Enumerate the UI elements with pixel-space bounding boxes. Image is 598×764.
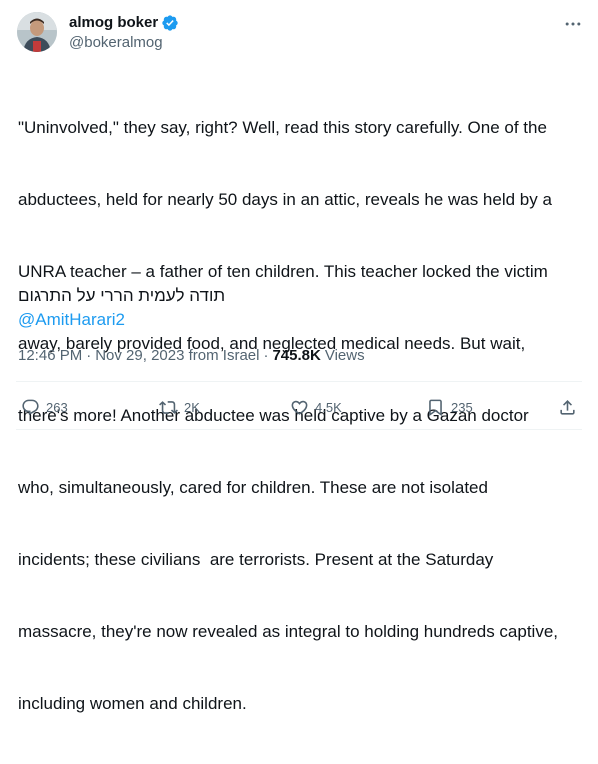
tweet-text-line: incidents; these civilians are terrorist…: [18, 550, 494, 569]
tweet-meta: 12:46 PM · Nov 29, 2023 from Israel · 74…: [18, 344, 365, 366]
views-label: Views: [324, 346, 365, 364]
author-avatar[interactable]: [17, 12, 57, 52]
tweet-card: almog boker @bokeralmog "Uninvolved," th…: [0, 0, 598, 713]
like-button[interactable]: 4.5K: [290, 392, 342, 422]
bookmark-button[interactable]: 235: [426, 392, 473, 422]
repost-button[interactable]: 2K: [159, 392, 200, 422]
tweet-text-line: "Uninvolved," they say, right? Well, rea…: [18, 118, 547, 137]
meta-separator: ·: [86, 346, 92, 364]
action-bar: 263 2K 4.5K 235: [0, 392, 598, 422]
share-icon: [560, 399, 575, 415]
repost-icon: [159, 400, 178, 414]
mention-link[interactable]: @AmitHarari2: [18, 308, 125, 332]
views-count[interactable]: 745.8K: [272, 347, 320, 364]
author-display-name[interactable]: almog boker: [69, 13, 158, 33]
reply-button[interactable]: 263: [21, 392, 68, 422]
reply-count: 263: [46, 399, 68, 415]
repost-count: 2K: [184, 399, 200, 415]
tweet-time[interactable]: 12:46 PM: [18, 347, 82, 364]
bookmark-count: 235: [451, 399, 473, 415]
tweet-date-location[interactable]: Nov 29, 2023 from Israel: [95, 347, 259, 364]
verified-badge-icon[interactable]: [161, 14, 179, 32]
avatar-photo-icon: [17, 12, 57, 52]
more-options-icon[interactable]: [561, 12, 585, 36]
author-handle[interactable]: @bokeralmog: [69, 33, 163, 53]
heart-icon: [291, 400, 308, 415]
author-name-row: almog boker: [69, 13, 179, 33]
tweet-hebrew-line: תודה לעמית הררי על התרגום: [18, 286, 226, 305]
share-button[interactable]: [558, 392, 577, 422]
like-count: 4.5K: [315, 399, 342, 415]
actions-divider: [16, 381, 582, 382]
bookmark-icon: [429, 399, 442, 416]
tweet-text-line: who, simultaneously, cared for children.…: [18, 478, 488, 497]
tweet-text-line: including women and children.: [18, 694, 247, 713]
reply-icon: [22, 399, 39, 415]
meta-separator: ·: [263, 346, 269, 364]
tweet-text-line: abductees, held for nearly 50 days in an…: [18, 190, 552, 209]
tweet-text-line: massacre, they're now revealed as integr…: [18, 622, 558, 641]
tweet-text-line: UNRA teacher – a father of ten children.…: [18, 262, 548, 281]
